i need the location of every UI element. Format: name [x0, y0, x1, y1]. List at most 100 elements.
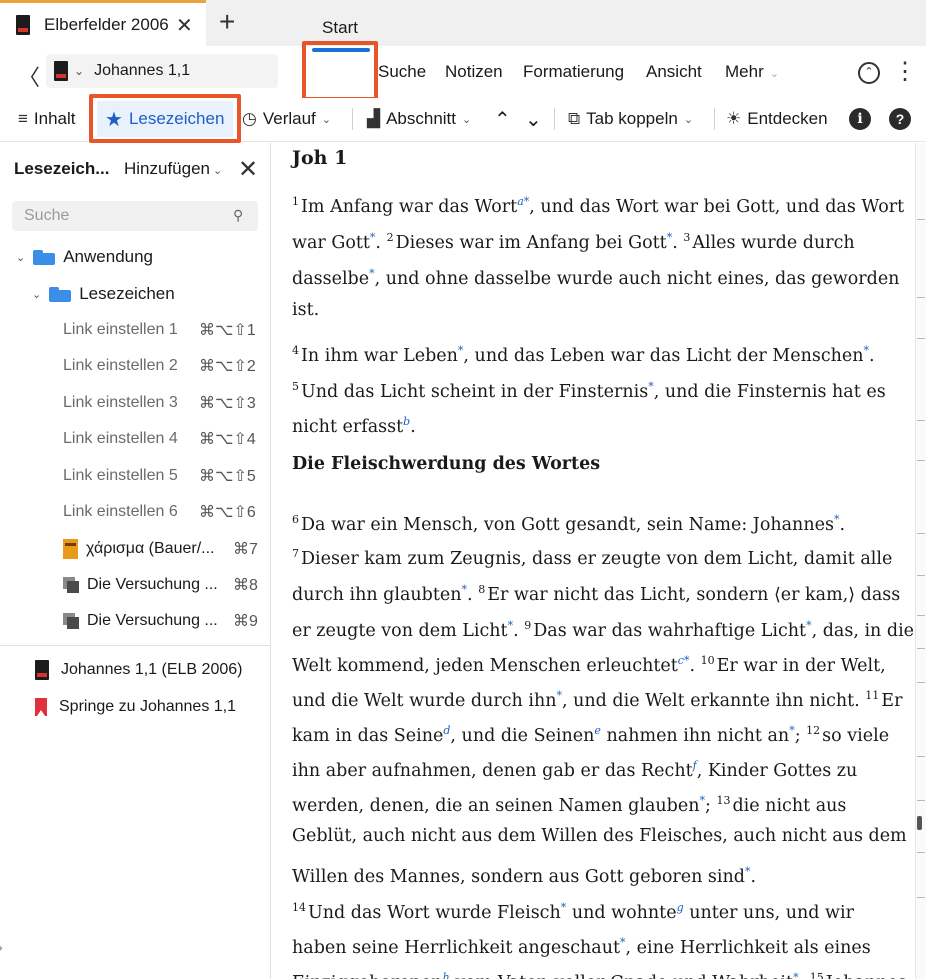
scrollbar-marker [917, 219, 925, 220]
folder-lesezeichen[interactable]: ⌄ Lesezeichen [32, 279, 175, 309]
help-icon[interactable]: ? [889, 108, 911, 130]
book-icon [16, 14, 30, 35]
bookmark-ribbon-icon [35, 698, 47, 716]
scrollbar-thumb[interactable] [917, 816, 922, 830]
verse-number[interactable]: 12 [806, 724, 820, 737]
abschnitt-label: Abschnitt [386, 109, 457, 128]
bookmark-item[interactable]: Link einstellen 4 ⌘⌥⇧4 [63, 424, 263, 454]
chevron-right-icon[interactable]: › [0, 939, 3, 955]
inhalt-button[interactable]: ≡ Inhalt [18, 109, 76, 129]
scrollbar-marker [917, 575, 925, 576]
text-line: ihn aber aufnahmen, denen gab er das Rec… [292, 751, 857, 786]
scrollbar[interactable] [915, 143, 926, 979]
info-icon[interactable]: i [849, 108, 871, 130]
verse-number[interactable]: 14 [292, 901, 306, 914]
verse-text: Alles wurde durch [692, 232, 855, 253]
close-icon[interactable]: ✕ [176, 13, 193, 38]
verse-text: ; [704, 795, 717, 816]
scrollbar-marker [917, 615, 925, 616]
bookmark-item[interactable]: Die Versuchung ... ⌘8 [63, 570, 263, 600]
reference-picker[interactable]: ⌄ Johannes 1,1 [46, 54, 278, 88]
text-line: 6 Da war ein Mensch, von Gott gesandt, se… [292, 505, 845, 540]
verse-text: Er war nicht das Licht, sondern ⟨er kam,… [487, 584, 901, 605]
verse-text: Er war in der Welt, [716, 655, 886, 676]
tab-suche[interactable]: Suche [378, 62, 426, 82]
chapter-heading: Joh 1 [292, 147, 348, 169]
bookmark-item[interactable]: Die Versuchung ... ⌘9 [63, 606, 263, 636]
verse-number[interactable]: 2 [387, 231, 394, 244]
new-tab-icon[interactable]: + [219, 6, 235, 38]
bookmark-item[interactable]: Link einstellen 1 ⌘⌥⇧1 [63, 315, 263, 345]
bookmark-label: Link einstellen 3 [63, 394, 178, 411]
bookmark-shortcut: ⌘⌥⇧5 [199, 468, 256, 485]
verse-number[interactable]: 1 [292, 195, 299, 208]
bookmark-item[interactable]: Link einstellen 3 ⌘⌥⇧3 [63, 388, 263, 418]
verlauf-button[interactable]: ◷ Verlauf ⌄ [242, 109, 331, 129]
bookmark-item[interactable]: Link einstellen 2 ⌘⌥⇧2 [63, 351, 263, 381]
close-icon[interactable]: ✕ [238, 155, 258, 184]
back-icon[interactable]: 〈 [18, 60, 40, 92]
more-options-icon[interactable]: ⋮ [893, 58, 917, 86]
verse-text: vom Vater, voller Gnade und Wahrheit [450, 973, 793, 979]
chevron-down-icon[interactable]: ⌄ [16, 251, 25, 264]
verse-number[interactable]: 6 [292, 513, 299, 526]
verse-number[interactable]: 15 [810, 971, 824, 979]
jump-to-link[interactable]: Springe zu Johannes 1,1 [35, 692, 236, 722]
verse-number[interactable]: 11 [865, 689, 879, 702]
bookmark-item[interactable]: χάρισμα (Bauer/... ⌘7 [63, 534, 263, 564]
verse-text: und wohnte [566, 902, 677, 923]
tab-mehr-label: Mehr [725, 62, 764, 81]
verse-number[interactable]: 10 [701, 654, 715, 667]
search-input[interactable] [12, 201, 258, 231]
tab-notizen[interactable]: Notizen [445, 62, 503, 82]
verse-number[interactable]: 4 [292, 344, 299, 357]
entdecken-button[interactable]: ☀ Entdecken [726, 109, 828, 129]
verse-number[interactable]: 13 [716, 794, 730, 807]
bookmark-label: Link einstellen 2 [63, 357, 178, 374]
previous-section-icon[interactable]: ⌃ [494, 107, 511, 132]
footnote-marker[interactable]: g [677, 901, 684, 914]
verse-text: nahmen ihn nicht an [600, 725, 790, 746]
bookmark-shortcut: ⌘7 [233, 541, 258, 558]
folder-icon [49, 286, 72, 302]
verse-text: , und die Finsternis hat es [653, 381, 886, 402]
verse-text: Willen des Mannes, sondern aus Gott gebo… [292, 866, 745, 887]
verse-number[interactable]: 5 [292, 380, 299, 393]
verse-number[interactable]: 7 [292, 547, 299, 560]
chevron-down-icon[interactable]: ⌄ [74, 64, 84, 78]
history-icon: ◷ [242, 109, 257, 128]
footnote-marker[interactable]: h [443, 971, 450, 979]
bookmark-item[interactable]: Link einstellen 6 ⌘⌥⇧6 [63, 497, 263, 527]
scrollbar-marker [917, 800, 925, 801]
document-tab[interactable]: Elberfelder 2006 ✕ [0, 0, 206, 46]
chevron-down-icon: ⌄ [213, 165, 223, 177]
add-bookmark-menu[interactable]: Hinzufügen ⌄ [124, 159, 222, 179]
verse-text: unter uns, und wir [683, 902, 854, 923]
next-section-icon[interactable]: ⌄ [525, 107, 542, 132]
verse-text: haben seine Herrlichkeit angeschaut [292, 937, 621, 958]
folder-icon [33, 249, 56, 265]
verse-number[interactable]: 8 [478, 583, 485, 596]
verse-text: werden, denen, die an seinen Namen glaub… [292, 795, 700, 816]
verse-text: nicht erfasst [292, 416, 404, 437]
chevron-down-icon: ⌄ [683, 113, 694, 126]
add-bookmark-label: Hinzufügen [124, 159, 211, 178]
text-line: und die Welt wurde durch ihn*, und die W… [292, 681, 902, 716]
text-line: ist. [292, 295, 319, 325]
bookmark-item[interactable]: Link einstellen 5 ⌘⌥⇧5 [63, 461, 263, 491]
text-line: haben seine Herrlichkeit angeschaut*, ei… [292, 928, 871, 963]
verse-number[interactable]: 3 [683, 231, 690, 244]
collapse-ribbon-icon[interactable]: ⌃ [858, 62, 880, 84]
text-line: werden, denen, die an seinen Namen glaub… [292, 786, 846, 821]
bookmark-label: Link einstellen 6 [63, 503, 178, 520]
toolbar-divider [352, 108, 353, 130]
folder-anwendung[interactable]: ⌄ Anwendung [16, 242, 153, 272]
tab-koppeln-button[interactable]: ⧉ Tab koppeln ⌄ [568, 109, 693, 129]
chevron-down-icon[interactable]: ⌄ [32, 288, 41, 301]
verse-number[interactable]: 9 [524, 619, 531, 632]
abschnitt-button[interactable]: ▟ Abschnitt ⌄ [367, 109, 471, 129]
tab-mehr[interactable]: Mehr ⌄ [725, 62, 779, 82]
reference-link[interactable]: Johannes 1,1 (ELB 2006) [35, 655, 242, 685]
tab-formatierung[interactable]: Formatierung [523, 62, 624, 82]
tab-ansicht[interactable]: Ansicht [646, 62, 702, 82]
